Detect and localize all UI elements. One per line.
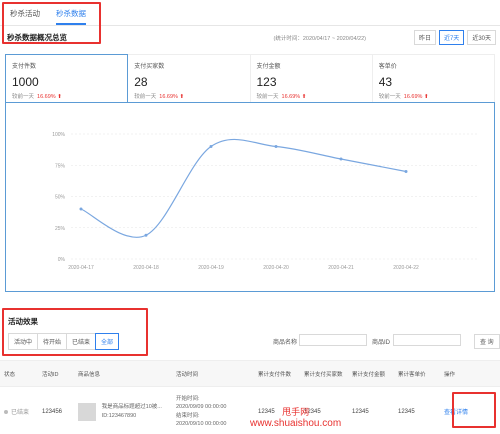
series-line — [80, 138, 407, 238]
col-actions: 操作 — [440, 360, 500, 387]
x-tick-label: 2020-04-21 — [328, 265, 354, 271]
table-header-row: 状态 活动ID 商品信息 活动时间 累计支付件数 累计支付买家数 累计支付金额 … — [0, 360, 500, 387]
product-id-label: 商品ID — [372, 340, 391, 346]
product-name-input[interactable] — [299, 334, 367, 346]
paid-amount-cell: 12345 — [348, 386, 394, 434]
col-avg-price: 累计客单价 — [394, 360, 440, 387]
col-activity-id: 活动ID — [38, 360, 74, 387]
activity-time-cell: 开始时间: 2020/09/09 00:00:00 结束时间: 2020/09/… — [172, 386, 254, 434]
status-cell: 已结束 — [0, 386, 38, 434]
x-tick-label: 2020-04-22 — [393, 265, 419, 271]
y-tick-label: 25% — [55, 226, 66, 232]
metric-card-paid-items[interactable]: 支付件数 1000 较前一天 16.69% ⬆ — [5, 54, 129, 102]
highlight-box-tabs — [2, 2, 101, 44]
metric-compare: 较前一天 16.69% ⬆ — [256, 94, 307, 100]
metric-label: 支付件数 — [12, 64, 37, 70]
y-tick-label: 100% — [52, 132, 65, 138]
x-tick-label: 2020-04-20 — [263, 265, 289, 271]
metric-label: 客单价 — [378, 64, 397, 70]
x-tick-label: 2020-04-18 — [133, 265, 159, 271]
avg-price-cell: 12345 — [394, 386, 440, 434]
search-button[interactable]: 查 询 — [474, 334, 500, 349]
metric-card-paid-amount[interactable]: 支付金额 123 较前一天 16.69% ⬆ — [250, 54, 373, 102]
data-point — [404, 170, 408, 173]
col-paid-amount: 累计支付金额 — [348, 360, 394, 387]
range-30d-button[interactable]: 近30天 — [467, 30, 496, 45]
col-paid-buyers: 累计支付买家数 — [300, 360, 348, 387]
product-info-cell: 我是商品标题超过10被... ID:123467890 — [74, 386, 172, 434]
col-status: 状态 — [0, 360, 38, 387]
end-time: 2020/09/10 00:00:00 — [176, 420, 227, 427]
x-tick-label: 2020-04-19 — [198, 265, 224, 271]
date-range-group: 昨日 近7天 近30天 — [413, 30, 496, 45]
metric-cards: 支付件数 1000 较前一天 16.69% ⬆ 支付买家数 28 较前一天 16.6… — [5, 54, 495, 102]
highlight-box-action — [452, 392, 496, 428]
y-tick-label: 0% — [58, 257, 66, 263]
range-yesterday-button[interactable]: 昨日 — [413, 30, 436, 45]
metric-value: 28 — [134, 75, 148, 89]
product-id-input[interactable] — [393, 334, 461, 346]
stat-time: (统计时间：2020/04/17 ~ 2020/04/22) — [273, 36, 367, 42]
col-activity-time: 活动时间 — [172, 360, 254, 387]
watermark-url: www.shuaishou.com — [250, 418, 342, 429]
metric-card-avg-price[interactable]: 客单价 43 较前一天 16.69% ⬆ — [372, 54, 495, 102]
metric-compare: 较前一天 16.69% ⬆ — [134, 94, 185, 100]
highlight-box-activity — [2, 308, 148, 356]
y-tick-label: 50% — [55, 195, 66, 201]
metric-compare: 较前一天 16.69% ⬆ — [12, 94, 62, 100]
metric-label: 支付买家数 — [134, 64, 165, 70]
data-point — [274, 145, 278, 148]
data-point — [209, 145, 213, 148]
data-point — [79, 207, 83, 211]
data-point — [144, 233, 148, 237]
activity-id-cell: 123456 — [38, 386, 74, 434]
product-name-label: 商品名称 — [273, 340, 298, 346]
filter-all-button[interactable]: 全部 — [95, 333, 120, 350]
metric-value: 43 — [378, 75, 393, 89]
watermark: 甩手网 www.shuaishou.com — [250, 405, 341, 429]
col-paid-items: 累计支付件数 — [254, 360, 300, 387]
y-tick-label: 75% — [55, 163, 66, 169]
metric-compare: 较前一天 16.69% ⬆ — [378, 94, 429, 100]
trend-chart: 100% 75% 50% 25% 0%2020-04-17 2020-04-18 2020-… — [52, 132, 478, 271]
range-7d-button[interactable]: 近7天 — [438, 30, 465, 45]
status-dot-icon — [4, 410, 8, 414]
metric-label: 支付金额 — [256, 64, 281, 70]
watermark-brand: 甩手网 — [282, 407, 310, 417]
data-point — [339, 157, 343, 161]
col-product-info: 商品信息 — [74, 360, 172, 387]
trend-chart-panel: 100% 75% 50% 25% 0% 2020-04-17 2020-04-18 2020-… — [5, 102, 495, 292]
product-title: 我是商品标题超过10被... — [101, 404, 162, 411]
start-time: 2020/09/09 00:00:00 — [176, 404, 227, 411]
metric-value: 1000 — [12, 75, 39, 89]
product-id: ID:123467890 — [101, 412, 137, 419]
x-tick-label: 2020-04-17 — [68, 265, 94, 271]
metric-value: 123 — [256, 75, 277, 89]
metric-card-paid-buyers[interactable]: 支付买家数 28 较前一天 16.69% ⬆ — [128, 54, 251, 102]
product-thumbnail — [78, 402, 96, 421]
